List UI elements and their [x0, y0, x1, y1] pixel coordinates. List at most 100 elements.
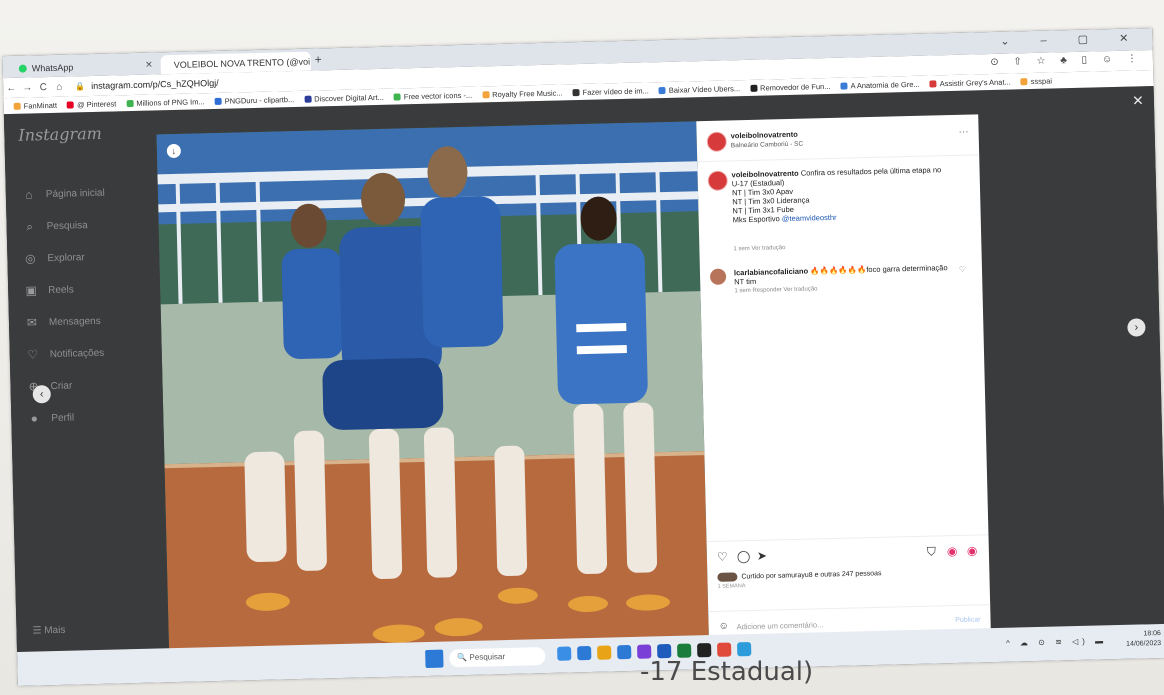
likes-count[interactable]: Curtido por samurayu8 e outras 247 pesso…: [717, 569, 882, 582]
taskbar-app-icon[interactable]: [577, 645, 592, 661]
taskbar-app-icon[interactable]: [677, 643, 692, 658]
mention-link[interactable]: @teamvideosthr: [782, 213, 837, 223]
nav-messages[interactable]: ✉ Mensagens: [25, 314, 101, 330]
reels-icon: ▣: [25, 283, 38, 298]
avatar[interactable]: [709, 268, 727, 285]
comment-meta[interactable]: 1 sem Responder Ver tradução: [734, 286, 817, 294]
bookmark-icon: [482, 90, 490, 98]
heart-icon: ♡: [27, 347, 39, 362]
bookmark-icon: [1020, 77, 1028, 85]
avatar: [717, 572, 738, 582]
post-side-panel: voleibolnovatrento Balneário Camboriú - …: [696, 114, 991, 643]
comment-item: lcarlabiancofaliciano 🔥🔥🔥🔥🔥🔥foco garra d…: [709, 263, 972, 294]
avatar[interactable]: [707, 170, 728, 191]
bookmark-item[interactable]: PNGDuru - clipartb...: [214, 95, 294, 106]
post-header: voleibolnovatrento Balneário Camboriú - …: [696, 114, 980, 163]
emoji-icon[interactable]: ☺: [718, 621, 728, 632]
nav-more[interactable]: ☰ Mais: [32, 625, 65, 637]
post-actions: ♡ ◯ ➤ ⛉ ◉ ◉: [706, 534, 990, 569]
compass-icon: ◎: [25, 251, 36, 266]
nav-reels[interactable]: ▣ Reels: [24, 282, 74, 297]
back-icon[interactable]: ←: [3, 82, 19, 93]
lock-icon[interactable]: 🔒: [75, 82, 85, 91]
forward-icon[interactable]: →: [19, 82, 35, 93]
monitor-screen: WhatsApp ✕ VOLEIBOL NOVA TRENTO (@voi ✕ …: [2, 28, 1164, 686]
bookmark-icon: [572, 88, 580, 96]
bookmark-item[interactable]: Royalty Free Music...: [482, 88, 563, 99]
bookmark-item[interactable]: Removedor de Fun...: [749, 81, 831, 92]
more-options-icon[interactable]: ···: [958, 127, 968, 138]
whatsapp-icon: [18, 64, 27, 73]
bookmark-item[interactable]: Assistir Grey's Anat...: [929, 77, 1011, 88]
bookmark-icon: [749, 84, 758, 92]
bookmark-item[interactable]: ssspai: [1020, 76, 1052, 86]
tab-label: VOLEIBOL NOVA TRENTO (@voi: [173, 56, 311, 70]
chrome-icon[interactable]: [717, 642, 732, 657]
instagram-logo[interactable]: Instagram: [18, 124, 102, 145]
bookmark-item[interactable]: Millions of PNG Im...: [126, 97, 205, 108]
bookmark-icon: [13, 102, 21, 110]
bookmark-icon: [393, 92, 401, 101]
comment-username[interactable]: lcarlabiancofaliciano: [734, 267, 808, 278]
profile-avatar-icon: ●: [30, 411, 39, 426]
bookmark-icon: [304, 95, 312, 103]
taskbar-app-icon[interactable]: [557, 646, 572, 661]
bookmark-icon: [66, 100, 75, 109]
post-comment-button[interactable]: Publicar: [955, 616, 980, 624]
bookmark-icon[interactable]: ⛉: [927, 544, 936, 559]
bookmark-icon: [214, 97, 222, 105]
system-tray[interactable]: ^ ☁ ⊙ ≋ ◁) ▬: [1006, 636, 1107, 647]
taskbar-search[interactable]: 🔍 Pesquisar: [449, 647, 546, 668]
post-caption: voleibolnovatrento Confira os resultados…: [707, 165, 969, 252]
bookmark-icon: [658, 86, 666, 94]
nav-notifications[interactable]: ♡ Notificações: [26, 346, 105, 362]
comment-icon[interactable]: ◯: [737, 549, 751, 563]
taskbar-app-icon[interactable]: [737, 642, 752, 657]
close-icon[interactable]: ✕: [145, 59, 153, 70]
nav-explore[interactable]: ◎ Explorar: [23, 250, 85, 265]
taskbar-app-icon[interactable]: [697, 643, 712, 658]
caption-meta[interactable]: 1 sem Ver tradução: [733, 245, 785, 252]
home-icon: ⌂: [25, 187, 33, 202]
taskbar-app-icon[interactable]: [597, 645, 612, 660]
bookmark-icon: [929, 79, 937, 87]
browser-toolbar-icons[interactable]: ⊙ ⇧ ☆ ♣ ▯ ☺ ⋮: [990, 53, 1143, 68]
new-tab-button[interactable]: +: [314, 52, 321, 66]
bookmark-item[interactable]: @ Pinterest: [66, 99, 116, 109]
reload-icon[interactable]: C: [35, 81, 51, 93]
bookmark-item[interactable]: FanMinatt: [13, 100, 58, 110]
start-icon[interactable]: [425, 649, 444, 668]
nav-home[interactable]: ⌂ Página inicial: [22, 186, 105, 202]
window-controls[interactable]: ⌄ – ▢ ✕: [1000, 31, 1142, 47]
like-heart-icon[interactable]: ♡: [717, 550, 728, 564]
bookmark-item[interactable]: Free vector icons -...: [393, 90, 472, 101]
search-icon: ⌕: [26, 219, 34, 234]
avatar[interactable]: [706, 131, 728, 152]
sticker-icon[interactable]: ◉: [967, 543, 978, 557]
close-icon[interactable]: ✕: [1132, 92, 1144, 109]
bookmark-item[interactable]: Discover Digital Art...: [304, 92, 384, 103]
close-icon[interactable]: ✕: [310, 55, 311, 66]
share-icon[interactable]: ➤: [757, 549, 767, 563]
caption-text: voleibolnovatrento Confira os resultados…: [731, 165, 970, 224]
nav-search[interactable]: ⌕ Pesquisa: [22, 218, 88, 235]
post-timestamp: 1 SEMANA: [717, 583, 746, 590]
nav-profile[interactable]: ● Perfil: [27, 411, 75, 426]
url-field[interactable]: instagram.com/p/Cs_hZQHOlgj/: [91, 78, 219, 91]
bookmark-item[interactable]: Fazer vídeo de im...: [572, 86, 649, 97]
home-icon[interactable]: ⌂: [51, 81, 67, 92]
sticker-icon[interactable]: ◉: [947, 544, 958, 558]
post-username[interactable]: voleibolnovatrento: [731, 130, 798, 141]
comment-input[interactable]: Adicione um comentário...: [737, 620, 824, 631]
bookmark-item[interactable]: Baixar Vídeo Ubers...: [658, 84, 740, 95]
taskbar-app-icon[interactable]: [617, 644, 632, 660]
bookmark-icon: [840, 82, 848, 90]
handwritten-caption: -17 Estadual): [640, 657, 814, 687]
comment-text: lcarlabiancofaliciano 🔥🔥🔥🔥🔥🔥foco garra d…: [734, 263, 954, 286]
post-location[interactable]: Balneário Camboriú - SC: [731, 141, 803, 150]
messenger-icon: ✉: [26, 315, 38, 330]
tab-label: WhatsApp: [31, 61, 74, 73]
heart-icon[interactable]: ♡: [959, 265, 966, 274]
bookmark-item[interactable]: A Anatomia de Gre...: [840, 79, 920, 90]
taskbar-clock[interactable]: 18:06 14/06/2023: [1126, 629, 1162, 650]
